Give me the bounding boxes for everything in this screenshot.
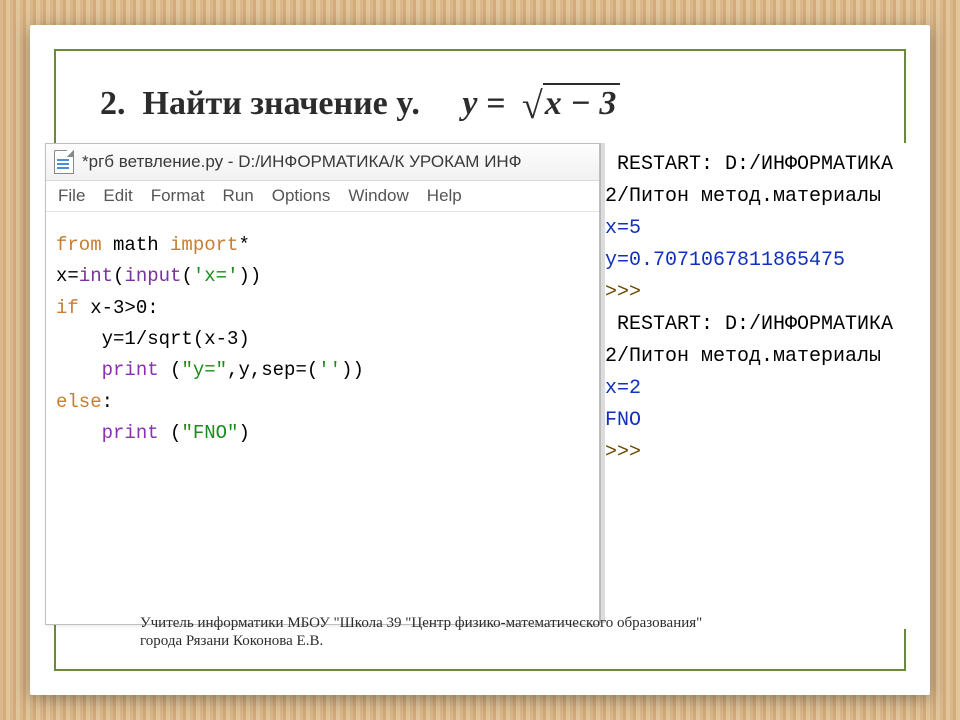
footer-line-2: города Рязани Коконова Е.В. xyxy=(140,632,870,651)
code-colon: : xyxy=(102,391,113,413)
python-file-icon xyxy=(54,150,74,174)
editor-titlebar: *ргб ветвление.ру - D:/ИНФОРМАТИКА/К УРО… xyxy=(46,144,599,181)
sqrt-sign: √ xyxy=(522,85,543,127)
kw-if: if xyxy=(56,297,79,319)
code-l7b: ) xyxy=(238,422,249,444)
out-path-2: 2/Питон метод.материалы xyxy=(605,345,881,368)
out-path-1: 2/Питон метод.материалы xyxy=(605,185,881,208)
out-prompt-2: >>> xyxy=(605,441,653,464)
str-empty: '' xyxy=(318,359,341,381)
out-fno: FNO xyxy=(605,409,641,432)
out-restart-2: RESTART: D:/ИНФОРМАТИКА xyxy=(605,313,893,336)
builtin-int: int xyxy=(79,265,113,287)
str-x: 'x=' xyxy=(193,265,239,287)
code-math: math xyxy=(102,234,170,256)
code-cond: x-3>0: xyxy=(79,297,159,319)
kw-else: else xyxy=(56,391,102,413)
shell-output: RESTART: D:/ИНФОРМАТИКА 2/Питон метод.ма… xyxy=(605,143,915,629)
menu-options[interactable]: Options xyxy=(272,186,331,206)
menu-run[interactable]: Run xyxy=(223,186,254,206)
code-l5a: ( xyxy=(159,359,182,381)
code-area[interactable]: from math import* x=int(input('x=')) if … xyxy=(46,212,599,459)
menu-window[interactable]: Window xyxy=(348,186,408,206)
out-x1: x=5 xyxy=(605,217,641,240)
code-l2c: ( xyxy=(181,265,192,287)
out-x2: x=2 xyxy=(605,377,641,400)
code-l2b: ( xyxy=(113,265,124,287)
code-l4: y=1/sqrt(x-3) xyxy=(56,328,250,350)
kw-import: import xyxy=(170,234,238,256)
code-l7a: ( xyxy=(159,422,182,444)
code-l2d: )) xyxy=(238,265,261,287)
builtin-print-1: print xyxy=(102,359,159,381)
code-l7-indent xyxy=(56,422,102,444)
code-l5b: ,y,sep=( xyxy=(227,359,318,381)
out-restart-1: RESTART: D:/ИНФОРМАТИКА xyxy=(605,153,893,176)
out-y1: y=0.7071067811865475 xyxy=(605,249,845,272)
formula-sqrt: √x − 3 xyxy=(522,83,620,123)
kw-from: from xyxy=(56,234,102,256)
builtin-input: input xyxy=(124,265,181,287)
builtin-print-2: print xyxy=(102,422,159,444)
heading-text: Найти значение y. xyxy=(143,85,420,122)
str-yeq: "y=" xyxy=(181,359,227,381)
code-star: * xyxy=(238,234,249,256)
code-l5-indent xyxy=(56,359,102,381)
code-l2a: x= xyxy=(56,265,79,287)
idle-editor-window: *ргб ветвление.ру - D:/ИНФОРМАТИКА/К УРО… xyxy=(45,143,600,625)
formula-radicand: x − 3 xyxy=(543,83,621,123)
footer-line-1: Учитель информатики МБОУ "Школа 39 "Цент… xyxy=(140,614,870,633)
heading: 2. Найти значение y. y = √x − 3 xyxy=(100,83,620,123)
menu-help[interactable]: Help xyxy=(427,186,462,206)
slide: 2. Найти значение y. y = √x − 3 *ргб вет… xyxy=(30,25,930,695)
menu-format[interactable]: Format xyxy=(151,186,205,206)
str-fno: "FNO" xyxy=(181,422,238,444)
code-l5c: )) xyxy=(341,359,364,381)
editor-menubar: File Edit Format Run Options Window Help xyxy=(46,181,599,212)
formula-lhs: y = xyxy=(462,85,505,122)
heading-number: 2. xyxy=(100,85,126,122)
out-prompt-1: >>> xyxy=(605,281,653,304)
menu-edit[interactable]: Edit xyxy=(103,186,132,206)
slide-background: 2. Найти значение y. y = √x − 3 *ргб вет… xyxy=(0,0,960,720)
menu-file[interactable]: File xyxy=(58,186,85,206)
editor-title: *ргб ветвление.ру - D:/ИНФОРМАТИКА/К УРО… xyxy=(82,152,522,172)
footer: Учитель информатики МБОУ "Школа 39 "Цент… xyxy=(140,614,870,652)
